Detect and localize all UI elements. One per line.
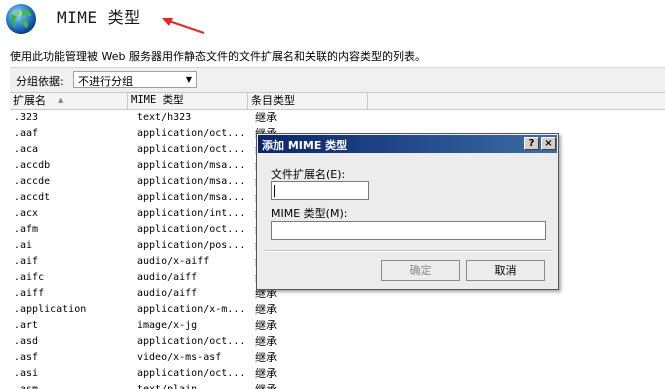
red-arrow-icon — [162, 18, 205, 34]
page-description: 使用此功能管理被 Web 服务器用作静态文件的文件扩展名和关联的内容类型的列表。 — [10, 50, 426, 63]
help-button[interactable]: ? — [524, 137, 539, 150]
text-cursor — [274, 185, 275, 197]
list-header: 扩展名 ▲ MIME 类型 条目类型 — [10, 92, 665, 110]
cell-extension: .asf — [14, 352, 39, 363]
cell-extension: .asi — [14, 368, 39, 379]
cell-entry-type: 继承 — [255, 319, 277, 332]
cell-extension: .accdt — [14, 192, 51, 203]
globe-icon — [6, 4, 36, 34]
group-by-label: 分组依据: — [16, 75, 64, 88]
table-row[interactable]: .asm text/plain 继承 — [10, 382, 665, 389]
dialog-divider — [265, 250, 552, 252]
cell-extension: .aif — [14, 256, 39, 267]
cell-extension: .aca — [14, 144, 39, 155]
cell-extension: .acx — [14, 208, 39, 219]
cell-extension: .ai — [14, 240, 33, 251]
cell-mime-type: application/oct... — [137, 144, 245, 155]
cell-extension: .application — [14, 304, 87, 315]
column-header-label: 条目类型 — [251, 94, 295, 107]
table-row[interactable]: .323 text/h323 继承 — [10, 110, 665, 126]
group-by-value: 不进行分组 — [78, 75, 133, 88]
cell-mime-type: application/oct... — [137, 128, 245, 139]
column-header-label: MIME 类型 — [131, 94, 184, 106]
ok-button[interactable]: 确定 — [381, 260, 460, 281]
column-header-mime-type[interactable]: MIME 类型 — [128, 93, 248, 109]
dialog-title: 添加 MIME 类型 — [262, 139, 348, 152]
cell-mime-type: application/oct... — [137, 336, 245, 347]
cell-mime-type: application/msa... — [137, 160, 245, 171]
dialog-title-bar[interactable]: 添加 MIME 类型 ? × — [258, 135, 557, 153]
cell-entry-type: 继承 — [255, 351, 277, 364]
cell-mime-type: audio/aiff — [137, 272, 198, 283]
cell-extension: .afm — [14, 224, 39, 235]
cancel-button[interactable]: 取消 — [466, 260, 545, 281]
table-row[interactable]: .asd application/oct... 继承 — [10, 334, 665, 350]
cell-mime-type: application/int... — [137, 208, 245, 219]
cell-entry-type: 继承 — [255, 367, 277, 380]
cell-entry-type: 继承 — [255, 111, 277, 124]
cell-extension: .aaf — [14, 128, 39, 139]
add-mime-type-dialog: 添加 MIME 类型 ? × 文件扩展名(E): MIME 类型(M): 确定 … — [256, 133, 559, 290]
cell-mime-type: text/plain — [137, 382, 245, 389]
cell-entry-type: 继承 — [255, 303, 277, 316]
cell-extension: .aiff — [14, 288, 45, 299]
cell-extension: .asm — [14, 382, 126, 389]
cell-extension: .accdb — [14, 160, 51, 171]
table-row[interactable]: .asf video/x-ms-asf 继承 — [10, 350, 665, 366]
cell-entry-type: 继承 — [255, 382, 355, 389]
cell-entry-type: 继承 — [255, 335, 277, 348]
column-header-label: 扩展名 — [13, 94, 46, 107]
sort-ascending-icon: ▲ — [58, 96, 64, 104]
mime-type-label: MIME 类型(M): — [271, 207, 348, 220]
column-header-extension[interactable]: 扩展名 ▲ — [10, 93, 128, 109]
group-by-bar: 分组依据: 不进行分组 ▼ — [10, 67, 665, 92]
mime-type-field[interactable] — [271, 221, 546, 240]
cell-mime-type: application/msa... — [137, 192, 245, 203]
cell-mime-type: application/msa... — [137, 176, 245, 187]
chevron-down-icon[interactable]: ▼ — [182, 72, 196, 87]
extension-field[interactable] — [271, 181, 369, 200]
table-row[interactable]: .application application/x-m... 继承 — [10, 302, 665, 318]
group-by-select[interactable]: 不进行分组 ▼ — [73, 71, 197, 88]
column-header-entry-type[interactable]: 条目类型 — [248, 93, 368, 109]
cell-mime-type: audio/x-aiff — [137, 256, 210, 267]
cell-mime-type: video/x-ms-asf — [137, 352, 222, 363]
cell-extension: .art — [14, 320, 39, 331]
cell-mime-type: application/pos... — [137, 240, 245, 251]
cell-mime-type: text/h323 — [137, 112, 192, 123]
page-title: MIME 类型 — [57, 8, 141, 27]
table-row[interactable]: .art image/x-jg 继承 — [10, 318, 665, 334]
extension-label: 文件扩展名(E): — [271, 168, 346, 181]
cell-mime-type: audio/aiff — [137, 288, 198, 299]
cell-extension: .aifc — [14, 272, 45, 283]
cell-extension: .asd — [14, 336, 39, 347]
cell-extension: .323 — [14, 112, 39, 123]
table-row[interactable]: .asi application/oct... 继承 — [10, 366, 665, 382]
cell-mime-type: application/x-m... — [137, 304, 245, 315]
cell-mime-type: image/x-jg — [137, 320, 198, 331]
close-button[interactable]: × — [541, 137, 556, 150]
cell-mime-type: application/oct... — [137, 224, 245, 235]
cell-mime-type: application/oct... — [137, 368, 245, 379]
cell-extension: .accde — [14, 176, 51, 187]
